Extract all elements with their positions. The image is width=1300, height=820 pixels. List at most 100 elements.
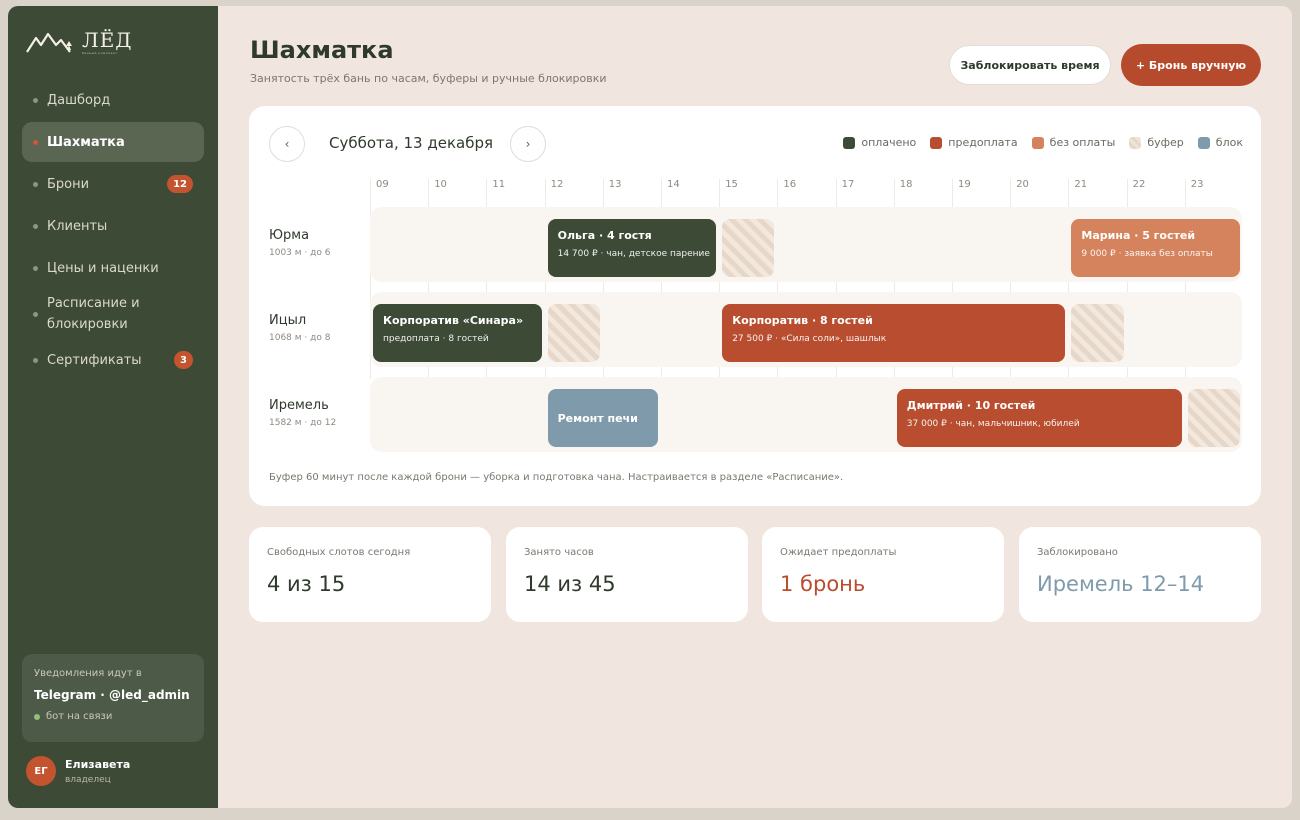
booking-details: 27 500 ₽ · «Сила соли», шашлык [732,334,887,344]
buffer-slot [1071,304,1124,362]
block-time-button[interactable]: Заблокировать время [949,45,1111,85]
legend-item-unpaid: без оплаты [1031,136,1116,149]
schedule-date: Суббота, 13 декабря [329,134,493,152]
avatar: ЕГ [26,756,56,786]
stat-busy-hours: Занято часов 14 из 45 [506,527,748,622]
nav-dot [33,311,38,317]
sauna-name: Ицыл [269,313,307,328]
legend-swatch [1129,136,1142,149]
booking-details: предоплата · 8 гостей [383,334,489,344]
legend: оплачено предоплата без оплаты буфер бло… [843,136,1243,149]
booking-slot[interactable]: Ольга · 4 гостя 14 700 ₽ · чан, детское п… [547,219,717,277]
certificates-count-badge: 3 [174,351,193,369]
bookings-count-badge: 12 [167,175,193,193]
nav-dot [33,181,38,187]
buffer-slot [722,219,775,277]
booking-details: 9 000 ₽ · заявка без оплаты [1081,249,1213,259]
sidebar-item-label: Брони [47,176,90,192]
nav-dot [33,357,38,363]
sidebar-item-clients[interactable]: Клиенты [22,206,204,246]
logo: ЛЁД банный комплекс [26,30,133,56]
stat-value: 14 из 45 [524,572,616,596]
mountains-icon [26,32,72,53]
notifications-panel: Уведомления идут в Telegram · @led_admin… [22,654,204,742]
legend-label: оплачено [861,136,917,149]
main-content: Шахматка Занятость трёх бань по часам, б… [218,6,1292,808]
buffer-slot [547,304,600,362]
sidebar-item-bookings[interactable]: Брони 12 [22,164,204,204]
legend-item-paid: оплачено [843,136,916,149]
user-name: Елизавета [65,757,131,771]
legend-item-block: блок [1197,136,1243,149]
booking-details: 14 700 ₽ · чан, детское парение [557,249,710,259]
sidebar-item-label: Клиенты [47,218,108,234]
sidebar-item-label: Сертификаты [47,352,142,368]
block-slot[interactable]: Ремонт печи [547,389,658,447]
legend-item-buffer: буфер [1129,136,1184,149]
booking-title: Дмитрий · 10 гостей [906,399,1036,412]
legend-swatch [930,136,943,149]
prev-day-button[interactable]: ‹ [269,126,305,162]
manual-booking-button[interactable]: + Бронь вручную [1121,44,1261,86]
booking-title: Корпоратив «Синара» [383,314,524,327]
stat-label: Ожидает предоплаты [780,547,897,558]
legend-label: блок [1215,136,1243,149]
next-day-button[interactable]: › [510,126,546,162]
sauna-label: Иремель 1582 м · до 12 [269,398,336,428]
sauna-meta: 1582 м · до 12 [269,418,337,428]
status-online-icon [34,713,40,720]
stat-label: Заблокировано [1037,547,1118,558]
legend-label: без оплаты [1049,136,1116,149]
notifications-channel: Telegram · @led_admin [34,688,190,702]
page-title: Шахматка [250,36,394,64]
stat-label: Занято часов [524,547,594,558]
legend-item-prepaid: предоплата [930,136,1018,149]
buffer-slot [1187,389,1240,447]
user-profile[interactable]: ЕГ Елизавета владелец [26,756,130,786]
sidebar-item-label: Шахматка [47,134,125,150]
legend-swatch [843,136,856,149]
sauna-meta: 1068 м · до 8 [269,333,331,343]
sidebar-item-certificates[interactable]: Сертификаты 3 [22,340,204,380]
sauna-meta: 1003 м · до 6 [269,248,331,258]
booking-title: Ольга · 4 гостя [557,229,652,242]
notifications-label: Уведомления идут в [34,668,142,679]
stat-label: Свободных слотов сегодня [267,547,411,558]
stat-awaiting-prepayment: Ожидает предоплаты 1 бронь [762,527,1004,622]
sidebar-nav: Дашборд Шахматка Брони 12 Клиенты Цены и… [22,80,204,382]
stat-value: 1 бронь [780,572,866,596]
sauna-name: Иремель [269,398,329,413]
sidebar-item-prices[interactable]: Цены и наценки [22,248,204,288]
buffer-hint: Буфер 60 минут после каждой брони — убор… [269,472,844,483]
chevron-right-icon: › [525,137,531,151]
stat-free-slots: Свободных слотов сегодня 4 из 15 [249,527,491,622]
sauna-label: Юрма 1003 м · до 6 [269,228,330,258]
bot-status: бот на связи [34,711,192,722]
sidebar: ЛЁД банный комплекс Дашборд Шахматка Бро… [8,6,218,808]
sauna-name: Юрма [269,228,310,243]
sidebar-item-schedule-blocks[interactable]: Расписание и блокировки [22,290,204,338]
legend-swatch [1031,136,1044,149]
nav-dot [33,223,38,229]
legend-label: предоплата [948,136,1018,149]
booking-slot[interactable]: Корпоратив «Синара» предоплата · 8 гостей [373,304,542,362]
booking-slot[interactable]: Марина · 5 гостей 9 000 ₽ · заявка без оп… [1071,219,1240,277]
booking-slot[interactable]: Корпоратив · 8 гостей 27 500 ₽ · «Сила со… [722,304,1066,362]
nav-dot [33,265,38,271]
stat-value: 4 из 15 [267,572,346,596]
booking-slot[interactable]: Дмитрий · 10 гостей 37 000 ₽ · чан, мальч… [896,389,1182,447]
schedule-card: ‹ Суббота, 13 декабря › оплачено предопл… [249,106,1261,506]
booking-title: Марина · 5 гостей [1081,229,1196,242]
sidebar-item-label: Цены и наценки [47,260,159,276]
app-window: ЛЁД банный комплекс Дашборд Шахматка Бро… [8,6,1292,808]
stat-blocked: Заблокировано Иремель 12–14 [1019,527,1261,622]
user-role: владелец [65,774,111,785]
nav-dot [33,97,38,103]
sidebar-item-schedule-grid[interactable]: Шахматка [22,122,204,162]
legend-label: буфер [1147,136,1184,149]
booking-title: Корпоратив · 8 гостей [732,314,873,327]
sidebar-item-dashboard[interactable]: Дашборд [22,80,204,120]
stat-value: Иремель 12–14 [1037,572,1205,596]
booking-title: Ремонт печи [557,411,638,425]
sidebar-item-label: Расписание и блокировки [47,296,140,332]
